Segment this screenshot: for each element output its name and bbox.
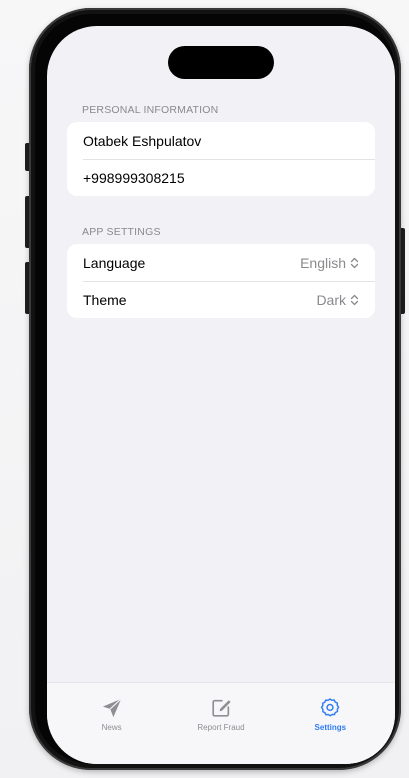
chevron-up-down-icon xyxy=(350,294,359,305)
language-label: Language xyxy=(83,254,146,271)
app-settings-group: Language English Theme Dark xyxy=(67,244,375,318)
tab-report-fraud[interactable]: Report Fraud xyxy=(176,683,266,764)
tab-settings-label: Settings xyxy=(314,723,347,732)
tab-bar: News Report Fraud Settings xyxy=(47,682,395,764)
theme-value: Dark xyxy=(316,291,346,308)
name-row[interactable]: Otabek Eshpulatov xyxy=(67,122,375,159)
gear-icon xyxy=(321,698,340,717)
phone-value: +998999308215 xyxy=(83,169,185,186)
settings-screen: PERSONAL INFORMATION Otabek Eshpulatov +… xyxy=(47,26,395,764)
tab-news-label: News xyxy=(101,723,122,732)
device-frame-canvas: PERSONAL INFORMATION Otabek Eshpulatov +… xyxy=(0,0,409,778)
name-value: Otabek Eshpulatov xyxy=(83,132,202,149)
theme-row[interactable]: Theme Dark xyxy=(67,281,375,318)
tab-report-fraud-label: Report Fraud xyxy=(197,723,245,732)
personal-info-group: Otabek Eshpulatov +998999308215 xyxy=(67,122,375,196)
phone-body: PERSONAL INFORMATION Otabek Eshpulatov +… xyxy=(29,8,401,770)
language-value: English xyxy=(300,254,346,271)
paperplane-icon xyxy=(102,698,122,718)
tab-settings[interactable]: Settings xyxy=(285,683,375,764)
tab-news[interactable]: News xyxy=(67,683,157,764)
dynamic-island xyxy=(168,46,274,79)
phone-bezel: PERSONAL INFORMATION Otabek Eshpulatov +… xyxy=(35,14,395,764)
square-pencil-icon xyxy=(212,699,231,717)
language-picker[interactable]: English xyxy=(300,255,359,271)
theme-picker[interactable]: Dark xyxy=(316,292,359,308)
personal-info-header: PERSONAL INFORMATION xyxy=(82,104,219,116)
language-row[interactable]: Language English xyxy=(67,244,375,281)
phone-row[interactable]: +998999308215 xyxy=(67,159,375,196)
chevron-up-down-icon xyxy=(350,257,359,268)
theme-label: Theme xyxy=(83,291,127,308)
app-settings-header: APP SETTINGS xyxy=(82,226,161,238)
